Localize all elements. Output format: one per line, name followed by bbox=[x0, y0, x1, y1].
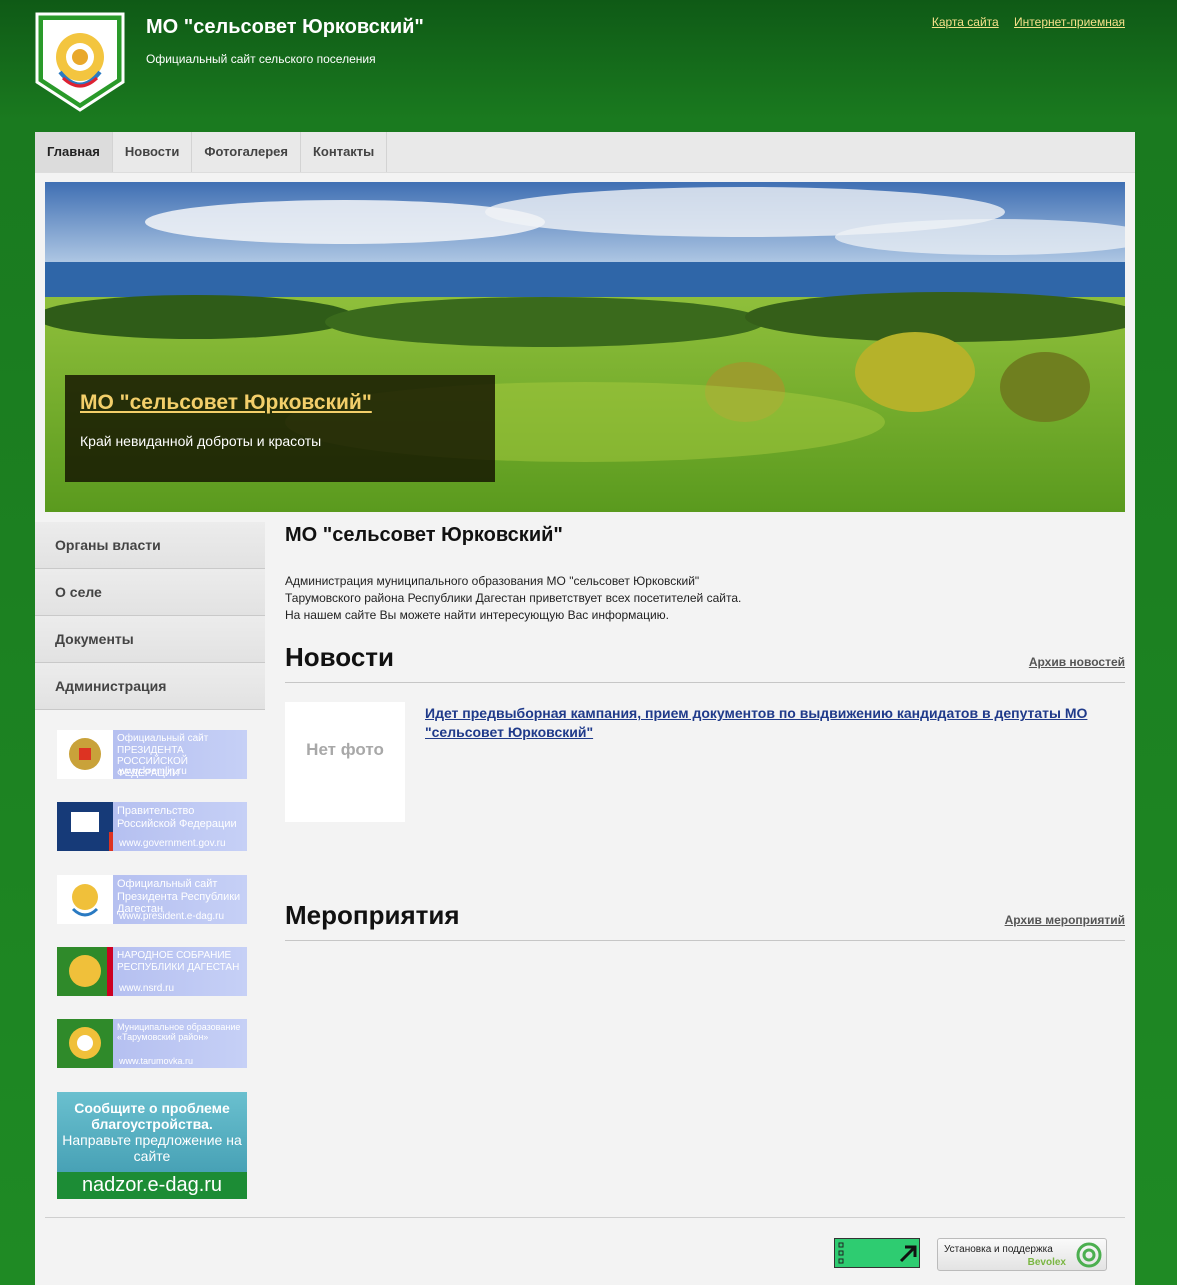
tarumovka-banner[interactable]: Муниципальное образование «Тарумовский р… bbox=[57, 1019, 247, 1068]
sidebar-item-documents[interactable]: Документы bbox=[35, 616, 265, 663]
nadzor-url: nadzor.e-dag.ru bbox=[57, 1172, 247, 1199]
nav-item-home[interactable]: Главная bbox=[35, 132, 113, 172]
support-brand: Bevolex bbox=[1027, 1257, 1066, 1268]
banner-url: www.tarumovka.ru bbox=[119, 1056, 194, 1066]
hero-title-link[interactable]: МО "сельсовет Юрковский" bbox=[80, 391, 372, 415]
footer-divider bbox=[45, 1217, 1125, 1218]
news-section-header: Новости Архив новостей bbox=[285, 642, 1125, 683]
nadzor-headline: Сообщите о проблеме благоустройства. bbox=[74, 1100, 230, 1133]
no-photo-placeholder: Нет фото bbox=[285, 702, 405, 822]
page-container: Главная Новости Фотогалерея Контакты МО … bbox=[35, 132, 1135, 1285]
dagestan-coat-of-arms-icon bbox=[57, 1019, 113, 1068]
sidebar-item-administration[interactable]: Администрация bbox=[35, 663, 265, 710]
sitemap-link[interactable]: Карта сайта bbox=[932, 15, 999, 29]
hero-banner: МО "сельсовет Юрковский" Край невиданной… bbox=[45, 182, 1125, 512]
nav-item-news[interactable]: Новости bbox=[113, 132, 193, 172]
nadzor-banner[interactable]: Сообщите о проблеме благоустройства. Нап… bbox=[57, 1092, 247, 1199]
site-subtitle: Официальный сайт сельского поселения bbox=[146, 52, 376, 66]
nadzor-subline: Направьте предложение на сайте bbox=[62, 1132, 242, 1165]
nav-item-contacts[interactable]: Контакты bbox=[301, 132, 388, 172]
russia-coat-of-arms-icon bbox=[57, 730, 113, 779]
support-label: Установка и поддержка bbox=[944, 1244, 1053, 1255]
news-archive-link[interactable]: Архив новостей bbox=[1029, 655, 1125, 669]
intro-text: Администрация муниципального образования… bbox=[285, 573, 1125, 624]
government-building-icon bbox=[57, 802, 113, 851]
hero-caption: МО "сельсовет Юрковский" Край невиданной… bbox=[65, 375, 495, 482]
visitor-counter[interactable] bbox=[834, 1238, 920, 1268]
intro-line: На нашем сайте Вы можете найти интересую… bbox=[285, 608, 670, 622]
intro-line: Тарумовского района Республики Дагестан … bbox=[285, 591, 742, 605]
president-dagestan-banner[interactable]: Официальный сайт Президента Республики Д… bbox=[57, 875, 247, 924]
events-archive-link[interactable]: Архив мероприятий bbox=[1005, 913, 1125, 927]
top-links: Карта сайта Интернет-приемная bbox=[920, 15, 1125, 29]
sidebar-item-about-village[interactable]: О селе bbox=[35, 569, 265, 616]
spiral-logo-icon bbox=[1076, 1242, 1102, 1268]
news-headline-link[interactable]: Идет предвыборная кампания, прием докуме… bbox=[425, 704, 1115, 742]
banner-url: www.government.gov.ru bbox=[119, 838, 226, 849]
counter-arrow-icon bbox=[838, 1242, 917, 1264]
coat-of-arms-logo bbox=[35, 12, 125, 112]
events-section-header: Мероприятия Архив мероприятий bbox=[285, 900, 1125, 941]
dagestan-coat-of-arms-icon bbox=[57, 875, 113, 924]
page-title: МО "сельсовет Юрковский" bbox=[285, 524, 563, 546]
nav-item-gallery[interactable]: Фотогалерея bbox=[192, 132, 301, 172]
sidebar-item-authorities[interactable]: Органы власти bbox=[35, 522, 265, 569]
intro-line: Администрация муниципального образования… bbox=[285, 574, 700, 588]
sidebar: Органы власти О селе Документы Администр… bbox=[35, 522, 265, 710]
banner-url: www.president.e-dag.ru bbox=[119, 911, 225, 922]
banner-url: www.nsrd.ru bbox=[119, 983, 175, 994]
news-item: Нет фото Идет предвыборная кампания, при… bbox=[285, 702, 1125, 822]
kremlin-banner[interactable]: Официальный сайт ПРЕЗИДЕНТА РОССИЙСКОЙ Ф… bbox=[57, 730, 247, 779]
main-nav: Главная Новости Фотогалерея Контакты bbox=[35, 132, 1135, 173]
events-section-title: Мероприятия bbox=[285, 900, 460, 930]
site-title: МО "сельсовет Юрковский" bbox=[146, 16, 424, 38]
dagestan-coat-of-arms-icon bbox=[57, 947, 113, 996]
nadzor-text: Сообщите о проблеме благоустройства. Нап… bbox=[57, 1100, 247, 1164]
nsrd-banner[interactable]: НАРОДНОЕ СОБРАНИЕ РЕСПУБЛИКИ ДАГЕСТАН ww… bbox=[57, 947, 247, 996]
banner-url: www.kremlin.ru bbox=[119, 766, 187, 777]
bevolex-support-badge[interactable]: Установка и поддержка Bevolex bbox=[937, 1238, 1107, 1271]
internet-reception-link[interactable]: Интернет-приемная bbox=[1014, 15, 1125, 29]
government-banner[interactable]: Правительство Российской Федерации www.g… bbox=[57, 802, 247, 851]
main-content: МО "сельсовет Юрковский" Администрация м… bbox=[285, 524, 1125, 941]
news-section-title: Новости bbox=[285, 642, 395, 672]
hero-tagline: Край невиданной доброты и красоты bbox=[80, 433, 322, 449]
